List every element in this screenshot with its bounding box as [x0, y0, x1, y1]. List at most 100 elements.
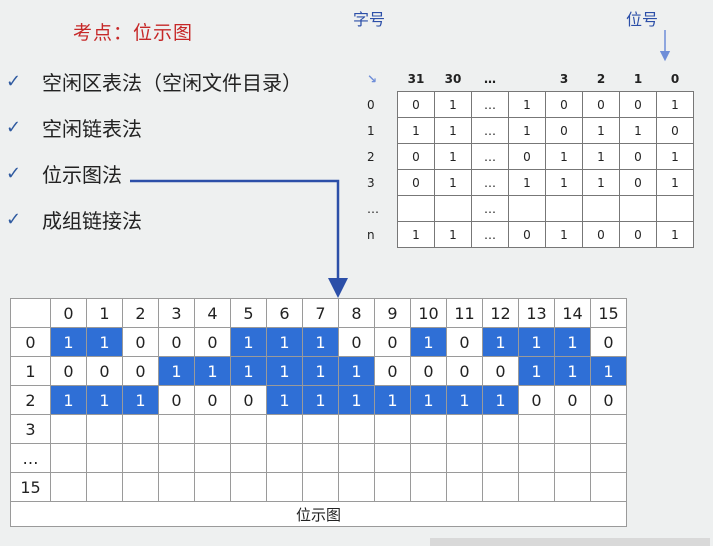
bitmap-column-header: 15: [590, 298, 627, 328]
table-cell: 0: [619, 91, 657, 118]
bitmap-column-header: 3: [158, 298, 195, 328]
connector-arrow: [130, 179, 348, 298]
bitmap-row: 10001111110000111: [10, 356, 627, 386]
table-cell: 1: [397, 221, 435, 248]
bitmap-cell: 0: [122, 327, 159, 357]
bitmap-cell: [518, 472, 555, 502]
bitmap-cell: [410, 414, 447, 444]
bitmap-row: 21110001111111000: [10, 385, 627, 415]
bitmap-cell: 1: [302, 327, 339, 357]
bitmap-cell: 1: [590, 356, 627, 386]
bitmap-cell: [482, 443, 519, 473]
table-cell: …: [471, 169, 509, 196]
bitmap-row-header: 15: [10, 472, 51, 502]
bitmap-cell: 0: [410, 356, 447, 386]
bitmap-cell: 1: [374, 385, 411, 415]
table-row: 2 0 1 … 0 1 1 0 1: [357, 143, 694, 170]
bitmap-cell: [338, 443, 375, 473]
bitmap-caption-row: 位示图: [10, 501, 627, 527]
bitmap-cell: [482, 472, 519, 502]
table-cell: 1: [582, 143, 620, 170]
bitmap-column-header: 1: [86, 298, 123, 328]
bitmap-cell: [194, 414, 231, 444]
bitmap-cell: [86, 414, 123, 444]
bitmap-column-header: 11: [446, 298, 483, 328]
bitmap-cell: [122, 472, 159, 502]
table-cell: 0: [397, 169, 435, 196]
table-cell: 1: [508, 91, 546, 118]
bitmap-corner-cell: [10, 298, 51, 328]
table-cell: 1: [656, 169, 694, 196]
bitmap-column-header: 4: [194, 298, 231, 328]
bitmap-cell: 1: [338, 356, 375, 386]
corner-arrow-icon: ↘: [367, 71, 378, 86]
bitmap-cell: [590, 414, 627, 444]
row-header: 0: [367, 97, 375, 112]
bitmap-cell: [194, 472, 231, 502]
table-cell: 1: [656, 91, 694, 118]
bitmap-row-header: 2: [10, 385, 51, 415]
table-cell: 0: [397, 143, 435, 170]
bitmap-cell: 1: [86, 385, 123, 415]
table-header-row: ↘ 31 30 … 3 2 1 0: [357, 66, 694, 92]
column-header: 2: [596, 71, 606, 86]
bitmap-column-header: 13: [518, 298, 555, 328]
bitmap-cell: 1: [266, 385, 303, 415]
table-cell: …: [471, 195, 509, 222]
table-row: 3 0 1 … 1 1 1 0 1: [357, 169, 694, 196]
table-cell: [656, 195, 694, 222]
table-cell: 0: [582, 91, 620, 118]
bitmap-cell: [158, 414, 195, 444]
bitmap-cell: 1: [194, 356, 231, 386]
table-cell: 1: [545, 143, 583, 170]
bitmap-header-row: 0 1 2 3 4 5 6 7 8 9 10 11 12 13 14 15: [10, 298, 627, 328]
bitmap-cell: [446, 443, 483, 473]
table-cell: …: [471, 143, 509, 170]
table-cell: 1: [434, 91, 472, 118]
bottom-toolbar-strip: [430, 538, 710, 546]
row-header: …: [367, 201, 379, 216]
table-cell: 0: [545, 91, 583, 118]
table-cell: [434, 195, 472, 222]
table-cell: 1: [545, 169, 583, 196]
bitmap-cell: 0: [194, 385, 231, 415]
bitmap-cell: 0: [446, 327, 483, 357]
bitmap-cell: 0: [122, 356, 159, 386]
table-cell: 1: [619, 117, 657, 144]
bitmap-column-header: 12: [482, 298, 519, 328]
column-header: 1: [633, 71, 643, 86]
row-header: 2: [367, 149, 375, 164]
bitmap-row: 3: [10, 414, 627, 444]
bitmap-cell: [446, 472, 483, 502]
bitmap-cell: 0: [86, 356, 123, 386]
table-cell: …: [471, 221, 509, 248]
bitmap-cell: [86, 443, 123, 473]
table-row: 1 1 1 … 1 0 1 1 0: [357, 117, 694, 144]
bitmap-cell: [482, 414, 519, 444]
bitmap-row: 01100011100101110: [10, 327, 627, 357]
bitmap-cell: [410, 443, 447, 473]
bitmap-cell: [374, 472, 411, 502]
bitmap-column-header: 2: [122, 298, 159, 328]
table-cell: 1: [434, 143, 472, 170]
bitmap-column-header: 5: [230, 298, 267, 328]
row-header: 1: [367, 123, 375, 138]
bitmap-cell: 0: [374, 327, 411, 357]
bitmap-cell: 0: [50, 356, 87, 386]
table-cell: 0: [508, 143, 546, 170]
bitmap-cell: [446, 414, 483, 444]
bitmap-cell: 1: [230, 327, 267, 357]
table-row: 0 0 1 … 1 0 0 0 1: [357, 91, 694, 118]
table-cell: 1: [508, 169, 546, 196]
table-cell: 1: [508, 117, 546, 144]
table-row: … …: [357, 195, 694, 222]
bitmap-cell: [590, 472, 627, 502]
bitmap-cell: [230, 443, 267, 473]
bitmap-cell: [50, 414, 87, 444]
bitmap-cell: [266, 414, 303, 444]
bitmap-cell: [122, 443, 159, 473]
bitmap-cell: 0: [518, 385, 555, 415]
bitmap-row: 15: [10, 472, 627, 502]
bitmap-cell: 0: [590, 385, 627, 415]
bitmap-row-header: …: [10, 443, 51, 473]
